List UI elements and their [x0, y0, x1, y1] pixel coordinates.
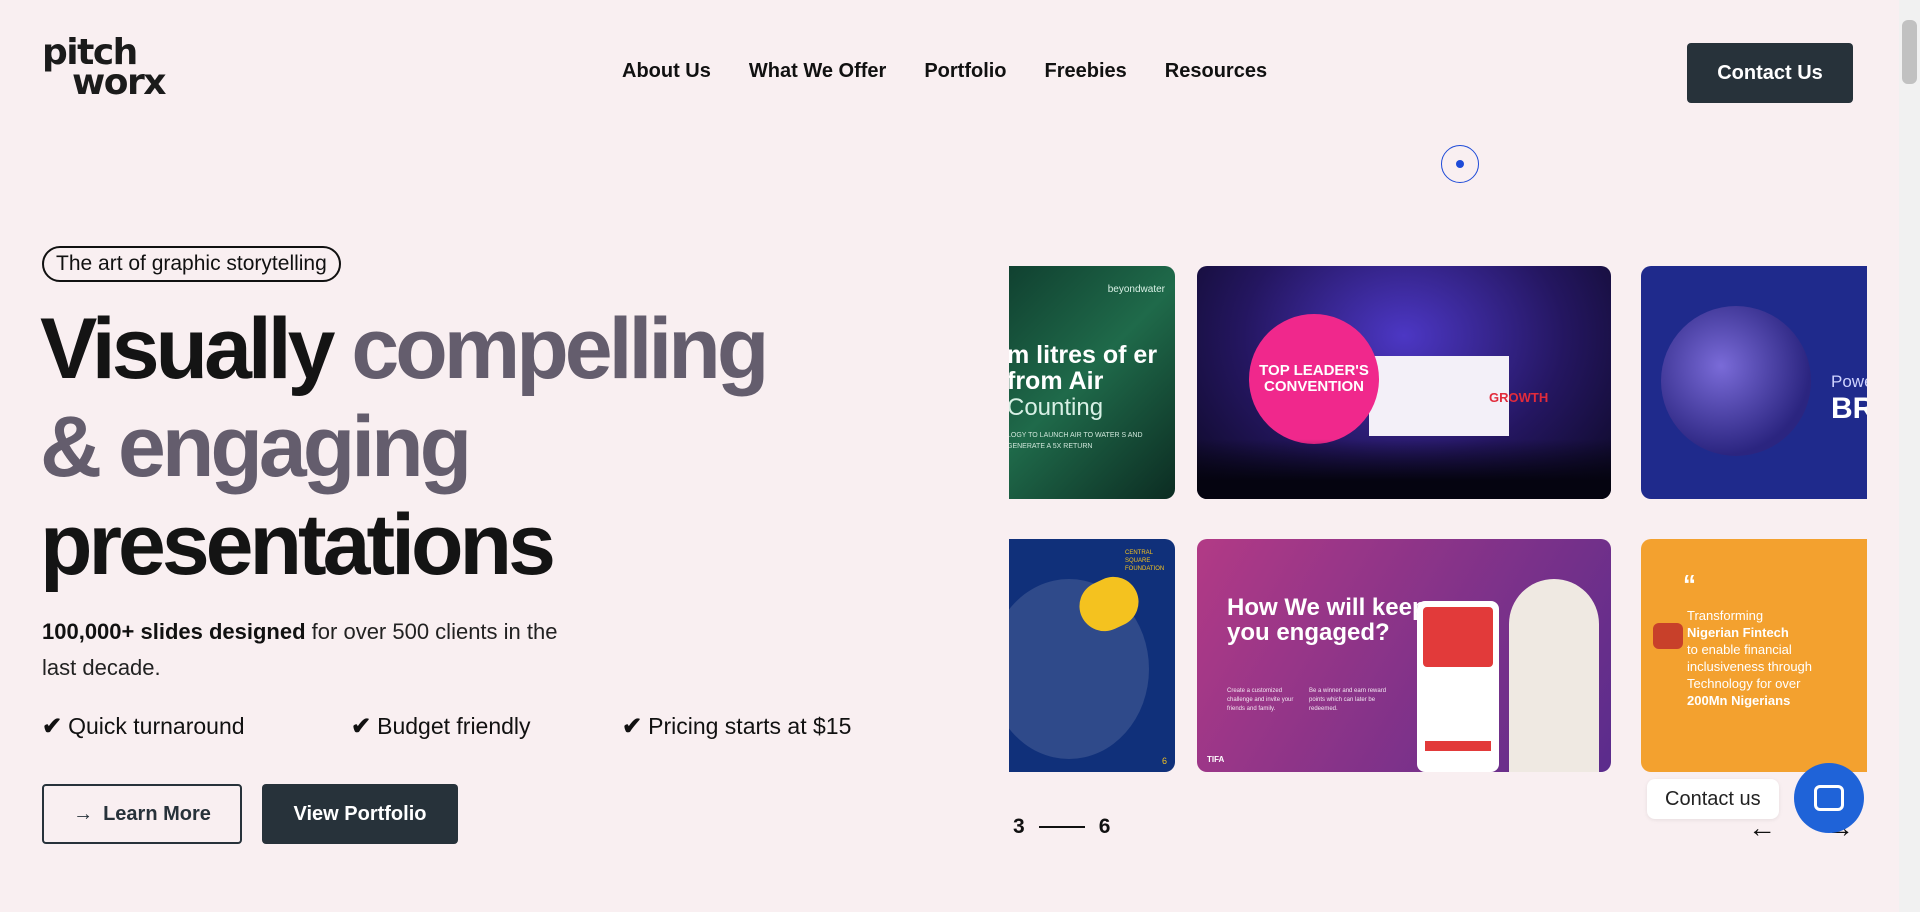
quote-pre: Transforming [1687, 608, 1764, 623]
portfolio-card-beyondwater[interactable]: beyondwater m litres of er from Air Coun… [1009, 266, 1175, 499]
card-brand: CENTRAL SQUARE FOUNDATION [1125, 550, 1165, 572]
feature-label: Budget friendly [377, 713, 531, 739]
page-scrollbar[interactable] [1899, 0, 1920, 912]
contact-us-button[interactable]: Contact Us [1687, 43, 1853, 103]
nav-item-about-us[interactable]: About Us [622, 60, 711, 83]
pitchworx-logo[interactable]: pitch worx [42, 35, 166, 101]
counter-current: 3 [1013, 815, 1025, 838]
portfolio-carousel: beyondwater m litres of er from Air Coun… [1009, 266, 1867, 772]
card-text-small: Powe [1831, 372, 1867, 391]
headline-presentations: presentations [40, 497, 556, 593]
card-quote-text: Transforming Nigerian Fintech to enable … [1687, 607, 1857, 709]
feature-pricing: ✔ Pricing starts at $15 [622, 712, 851, 741]
card-text-large: BR [1831, 392, 1867, 425]
check-icon: ✔ [351, 713, 372, 740]
quote-bold-1: Nigerian Fintech [1687, 625, 1789, 640]
portfolio-card-convention[interactable]: TOP LEADER'S CONVENTION GROWTH [1197, 266, 1611, 499]
nav-item-resources[interactable]: Resources [1165, 60, 1267, 83]
learn-more-label: Learn More [103, 802, 211, 825]
feature-label: Quick turnaround [68, 713, 245, 739]
stage-screen [1369, 356, 1509, 436]
quote-icon: “ [1683, 569, 1696, 599]
card-title: m litres of er from Air [1009, 341, 1158, 395]
feature-budget-friendly: ✔ Budget friendly [351, 712, 531, 741]
headline-word-visually: Visually [40, 301, 336, 397]
check-icon: ✔ [42, 713, 63, 740]
portfolio-card-central-square[interactable]: CENTRAL SQUARE FOUNDATION 6 [1009, 539, 1175, 772]
chat-bubble-icon [1814, 785, 1844, 811]
portfolio-card-bowling[interactable]: Powe BR [1641, 266, 1867, 499]
headline-word-compelling: compelling [351, 301, 769, 397]
nav-item-freebies[interactable]: Freebies [1045, 60, 1127, 83]
scrollbar-thumb[interactable] [1902, 20, 1917, 84]
phone-hero-image [1423, 607, 1493, 667]
card-headline: How We will keep you engaged? [1227, 594, 1427, 646]
card-brand: beyondwater [1107, 284, 1165, 295]
card-footer: TIFA [1207, 755, 1225, 764]
main-nav: About Us What We Offer Portfolio Freebie… [622, 60, 1267, 83]
nigeria-map-icon [1653, 623, 1683, 649]
stats-bold: 100,000+ slides designed [42, 619, 306, 644]
person-image [1509, 579, 1599, 772]
tagline-pill: The art of graphic storytelling [42, 246, 341, 282]
chat-button[interactable] [1794, 763, 1864, 833]
carousel-counter: 3 6 [1013, 815, 1110, 839]
feature-quick-turnaround: ✔ Quick turnaround [42, 712, 245, 741]
portfolio-card-fintech[interactable]: “ Transforming Nigerian Fintech to enabl… [1641, 539, 1867, 772]
card-para-2: Be a winner and earn reward points which… [1309, 688, 1387, 712]
learn-more-button[interactable]: → Learn More [42, 784, 242, 844]
bowling-pins-image [1661, 306, 1811, 456]
feature-label: Pricing starts at $15 [648, 713, 852, 739]
card-body: LOGY TO LAUNCH AIR TO WATER S AND GENERA… [1009, 432, 1143, 450]
phone-button [1425, 741, 1491, 751]
card-page-number: 6 [1161, 756, 1167, 766]
chat-label[interactable]: Contact us [1647, 779, 1779, 819]
counter-total: 6 [1098, 815, 1111, 838]
hero-headline: Visually compelling & engaging presentat… [40, 300, 769, 594]
growth-label: GROWTH [1489, 390, 1549, 405]
quote-mid: to enable financial inclusiveness throug… [1687, 642, 1813, 691]
portfolio-card-engagement[interactable]: How We will keep you engaged? Create a c… [1197, 539, 1611, 772]
counter-divider [1038, 826, 1085, 828]
convention-badge: TOP LEADER'S CONVENTION [1249, 314, 1379, 444]
nav-item-what-we-offer[interactable]: What We Offer [749, 60, 886, 83]
quote-bold-2: 200Mn Nigerians [1687, 693, 1791, 708]
headline-engaging: & engaging [40, 399, 472, 495]
crowd-silhouette [1197, 439, 1611, 499]
nav-item-portfolio[interactable]: Portfolio [924, 60, 1006, 83]
arrow-right-icon: → [73, 802, 94, 825]
card-subtitle: Counting [1009, 394, 1104, 421]
card-para-1: Create a customized challenge and invite… [1227, 688, 1294, 712]
view-portfolio-button[interactable]: View Portfolio [262, 784, 458, 844]
phone-mockup [1417, 601, 1499, 772]
cursor-dot-icon [1441, 145, 1479, 183]
check-icon: ✔ [622, 713, 643, 740]
hero-stats: 100,000+ slides designed for over 500 cl… [42, 614, 562, 686]
